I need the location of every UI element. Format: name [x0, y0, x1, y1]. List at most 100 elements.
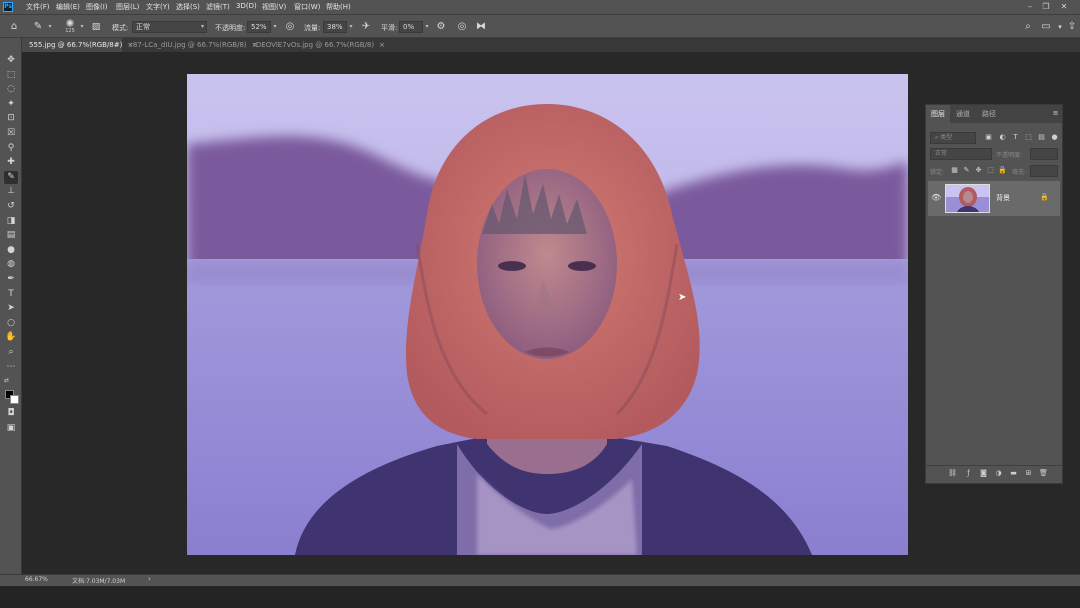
- pressure-opacity-icon[interactable]: ◎: [283, 20, 297, 34]
- chevron-down-icon[interactable]: ▾: [347, 21, 355, 33]
- layer-mask-icon[interactable]: ◙: [979, 469, 988, 478]
- filter-shape-icon[interactable]: ⬚: [1024, 133, 1033, 142]
- blur-tool-icon[interactable]: ●: [4, 244, 18, 257]
- healing-brush-tool-icon[interactable]: ✚: [4, 156, 18, 169]
- menu-layer[interactable]: 图层(L): [116, 2, 139, 12]
- filter-type-icon[interactable]: T: [1011, 133, 1020, 142]
- fx-icon[interactable]: ƒ: [964, 469, 973, 478]
- panel-menu-icon[interactable]: ≡: [1051, 109, 1060, 118]
- menu-view[interactable]: 视图(V): [262, 2, 286, 12]
- menu-3d[interactable]: 3D(D): [236, 2, 257, 10]
- menu-type[interactable]: 文字(Y): [146, 2, 170, 12]
- background-color-swatch[interactable]: [10, 395, 19, 404]
- path-selection-tool-icon[interactable]: ➤: [4, 302, 18, 315]
- shape-tool-icon[interactable]: ○: [4, 317, 18, 330]
- menu-edit[interactable]: 编辑(E): [56, 2, 80, 12]
- close-button[interactable]: ✕: [1058, 1, 1070, 12]
- chevron-down-icon[interactable]: ▾: [78, 21, 86, 33]
- layer-name[interactable]: 背景: [996, 193, 1010, 203]
- chevron-down-icon[interactable]: ▾: [46, 21, 54, 33]
- flow-input[interactable]: 38%: [323, 21, 347, 33]
- mores-tool-icon[interactable]: ⋯: [4, 361, 18, 374]
- chevron-down-icon: ▾: [200, 23, 204, 30]
- tab-document-r87[interactable]: r87-LCa_dIU.jpg @ 66.7%(RGB/8) ×: [123, 38, 258, 52]
- new-layer-icon[interactable]: ⊞: [1024, 469, 1033, 478]
- smoothing-input[interactable]: 0%: [399, 21, 423, 33]
- magic-wand-tool-icon[interactable]: ✦: [4, 98, 18, 111]
- dodge-tool-icon[interactable]: ◍: [4, 258, 18, 271]
- filter-adjustment-icon[interactable]: ◐: [998, 133, 1007, 142]
- layer-opacity-input[interactable]: [1030, 148, 1058, 160]
- quick-mask-icon[interactable]: ◘: [4, 407, 18, 420]
- opacity-input[interactable]: 52%: [247, 21, 271, 33]
- brush-size-picker[interactable]: 125: [62, 18, 78, 36]
- tab-paths[interactable]: 路径: [977, 105, 1001, 123]
- hand-tool-icon[interactable]: ✋: [4, 331, 18, 344]
- pen-tool-icon[interactable]: ✒: [4, 273, 18, 286]
- link-layers-icon[interactable]: ⛓: [948, 469, 957, 478]
- pressure-size-icon[interactable]: ◎: [455, 20, 469, 34]
- brush-tool-icon[interactable]: ✎: [4, 170, 18, 184]
- menu-select[interactable]: 选择(S): [176, 2, 200, 12]
- restore-button[interactable]: ❐: [1040, 1, 1052, 12]
- airbrush-icon[interactable]: ✈: [359, 20, 373, 34]
- tab-label: r87-LCa_dIU.jpg @ 66.7%(RGB/8): [130, 41, 247, 49]
- layer-row-background[interactable]: 👁 背景 🔒: [928, 181, 1060, 216]
- tab-document-555[interactable]: 555.jpg @ 66.7%(RGB/8#) ×: [22, 38, 133, 52]
- share-icon[interactable]: ⇪: [1065, 20, 1079, 34]
- frame-tool-icon[interactable]: ☒: [4, 127, 18, 140]
- filter-toggle-icon[interactable]: ●: [1050, 133, 1059, 142]
- eye-icon[interactable]: 👁: [931, 193, 941, 202]
- document-canvas[interactable]: [187, 74, 908, 555]
- eraser-tool-icon[interactable]: ◨: [4, 215, 18, 228]
- blend-mode-select[interactable]: 正常: [930, 148, 992, 160]
- history-brush-tool-icon[interactable]: ↺: [4, 200, 18, 213]
- clone-stamp-tool-icon[interactable]: ⊥: [4, 185, 18, 198]
- layer-fill-input[interactable]: [1030, 165, 1058, 177]
- zoom-level[interactable]: 66.67%: [25, 576, 48, 583]
- lock-all-icon[interactable]: 🔒: [998, 166, 1007, 175]
- gradient-tool-icon[interactable]: ▤: [4, 229, 18, 242]
- eyedropper-tool-icon[interactable]: ⚲: [4, 142, 18, 155]
- symmetry-icon[interactable]: ⧓: [474, 20, 488, 34]
- minimize-button[interactable]: –: [1024, 1, 1036, 12]
- type-tool-icon[interactable]: T: [4, 288, 18, 301]
- lock-image-icon[interactable]: ✎: [962, 166, 971, 175]
- filter-pixel-icon[interactable]: ▣: [984, 133, 993, 142]
- chevron-down-icon[interactable]: ▾: [423, 21, 431, 33]
- home-icon[interactable]: ⌂: [7, 20, 21, 34]
- menu-filter[interactable]: 滤镜(T): [206, 2, 230, 12]
- close-icon[interactable]: ×: [379, 41, 385, 49]
- zoom-tool-icon[interactable]: ⌕: [4, 346, 18, 359]
- menu-file[interactable]: 文件(F): [26, 2, 50, 12]
- chevron-down-icon[interactable]: ▾: [271, 21, 279, 33]
- swap-colors-icon[interactable]: ⇄: [4, 377, 11, 384]
- screen-mode-icon[interactable]: ▣: [4, 422, 18, 435]
- chevron-right-icon[interactable]: ›: [148, 575, 151, 583]
- folder-icon[interactable]: ▬: [1009, 469, 1018, 478]
- menu-image[interactable]: 图像(I): [86, 2, 108, 12]
- marquee-tool-icon[interactable]: ⬚: [4, 69, 18, 82]
- lock-position-icon[interactable]: ✥: [974, 166, 983, 175]
- adjustment-layer-icon[interactable]: ◑: [994, 469, 1003, 478]
- tab-document-rdeo[interactable]: rDEOVlE7vOs.jpg @ 66.7%(RGB/8) ×: [246, 38, 385, 52]
- tab-layers[interactable]: 图层: [926, 105, 950, 123]
- brush-preset-icon[interactable]: ✎: [31, 20, 45, 34]
- document-info[interactable]: 文档:7.03M/7.03M: [72, 576, 125, 585]
- brush-settings-panel-icon[interactable]: ▨: [89, 20, 103, 34]
- lock-transparent-icon[interactable]: ▦: [950, 166, 959, 175]
- crop-tool-icon[interactable]: ⊡: [4, 112, 18, 125]
- layer-filter-input[interactable]: ⌕ 类型: [930, 132, 976, 144]
- trash-icon[interactable]: 🗑: [1039, 469, 1048, 478]
- search-icon[interactable]: ⌕: [1021, 20, 1035, 34]
- lock-artboard-icon[interactable]: ⬚: [986, 166, 995, 175]
- menu-window[interactable]: 窗口(W): [294, 2, 320, 12]
- tab-channels[interactable]: 通道: [951, 105, 975, 123]
- move-tool-icon[interactable]: ✥: [4, 54, 18, 67]
- gear-icon[interactable]: ⚙: [434, 20, 448, 34]
- menu-help[interactable]: 帮助(H): [326, 2, 351, 12]
- workspace-icon[interactable]: ▭: [1039, 20, 1053, 34]
- mode-select[interactable]: 正常 ▾: [132, 21, 207, 33]
- filter-smart-object-icon[interactable]: ▤: [1037, 133, 1046, 142]
- lasso-tool-icon[interactable]: ◌: [4, 83, 18, 96]
